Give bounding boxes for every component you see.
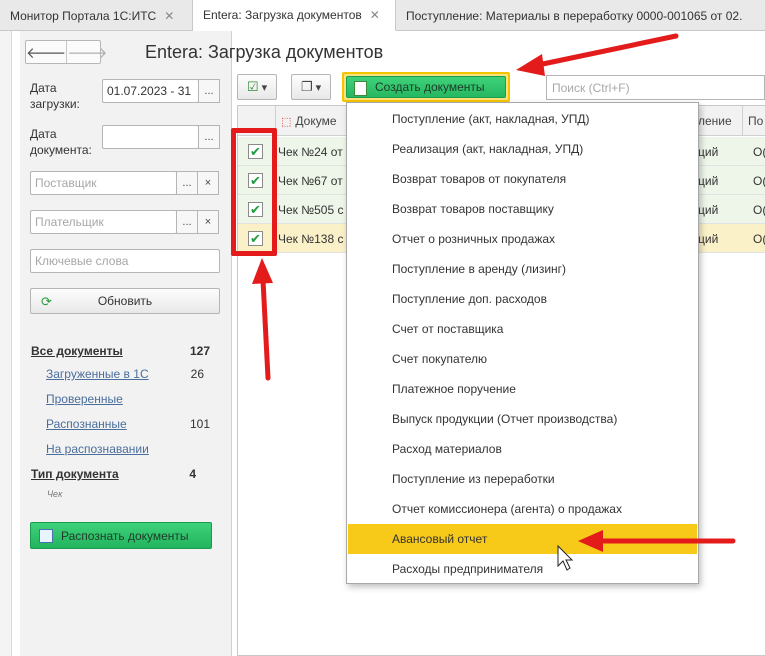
mouse-cursor-icon [557, 544, 574, 571]
arrow-to-checkboxes [252, 258, 273, 381]
arrow-to-create-button [516, 33, 679, 76]
arrow-to-advance-report [578, 530, 736, 552]
annotation-arrows [252, 33, 736, 571]
